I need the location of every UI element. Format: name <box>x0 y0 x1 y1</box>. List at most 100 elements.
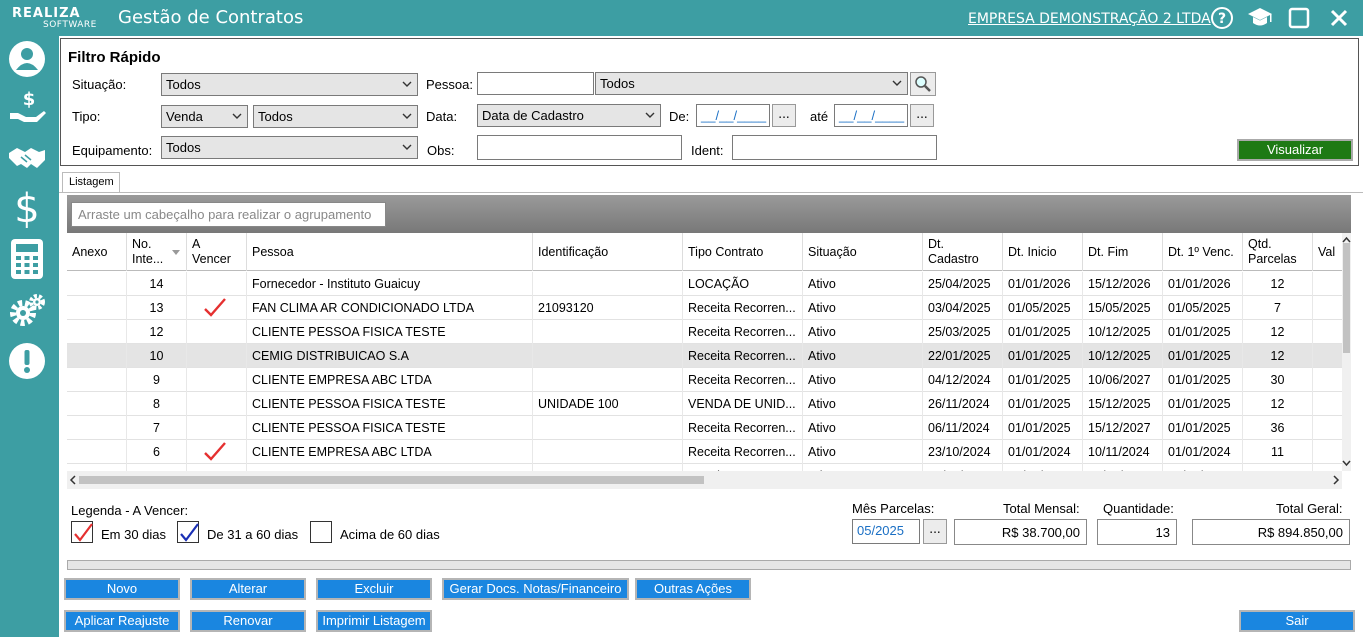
outras-acoes-button[interactable]: Outras Ações <box>635 578 751 600</box>
obs-input[interactable] <box>477 135 682 160</box>
visualizar-button[interactable]: Visualizar <box>1237 139 1353 161</box>
dollar-icon[interactable]: $ <box>6 186 48 228</box>
table-row[interactable]: 6 CLIENTE EMPRESA ABC LTDA Receita Recorre… <box>67 440 1342 464</box>
sidebar: $ $ <box>0 36 59 637</box>
pessoa-cell: Fornecedor - Instituto Guaicuy <box>247 272 533 296</box>
inicio-cell: 01/01/2025 <box>1003 368 1083 392</box>
table-row[interactable]: 10 CEMIG DISTRIBUICAO S.A Receita Recorren… <box>67 344 1342 368</box>
close-icon[interactable] <box>1325 4 1353 32</box>
graduation-cap-icon[interactable] <box>1246 4 1274 32</box>
date-from-input[interactable]: __/__/____ <box>696 104 770 127</box>
imprimir-listagem-button[interactable]: Imprimir Listagem <box>316 610 432 632</box>
vertical-scrollbar[interactable] <box>1342 233 1351 471</box>
col-pessoa-header[interactable]: Pessoa <box>247 233 533 271</box>
ate-label: até <box>810 109 829 124</box>
novo-button[interactable]: Novo <box>64 578 180 600</box>
money-hand-icon[interactable]: $ <box>6 86 48 128</box>
scroll-right-icon[interactable] <box>1332 475 1340 485</box>
no-cell: 9 <box>127 368 187 392</box>
table-row[interactable]: 5 CEMIG DISTRIBUICAO S.A Receita Recorren.… <box>67 464 1342 471</box>
app-title: Gestão de Contratos <box>118 7 304 28</box>
user-icon[interactable] <box>6 38 48 80</box>
gerar-docs-button[interactable]: Gerar Docs. Notas/Financeiro <box>442 578 629 600</box>
situacao-select[interactable]: Todos <box>161 73 418 96</box>
sair-button[interactable]: Sair <box>1239 610 1355 632</box>
horizontal-scroll-thumb[interactable] <box>79 476 704 484</box>
group-by-bar[interactable]: Arraste um cabeçalho para realizar o agr… <box>67 195 1351 233</box>
mes-parcelas-input[interactable]: 05/2025 <box>852 519 920 544</box>
fim-cell: 10/11/2024 <box>1083 440 1163 464</box>
no-cell: 14 <box>127 272 187 296</box>
handshake-icon[interactable] <box>6 136 48 178</box>
ident-input[interactable] <box>732 135 937 160</box>
equipamento-select[interactable]: Todos <box>161 136 418 159</box>
legend-box-above-60 <box>310 521 332 543</box>
col-tipo-contrato-header[interactable]: Tipo Contrato <box>683 233 803 271</box>
total-mensal-value: R$ 38.700,00 <box>954 519 1087 545</box>
no-cell: 5 <box>127 464 187 471</box>
situacao-label: Situação: <box>72 77 127 92</box>
col-identificacao-header[interactable]: Identificação <box>533 233 683 271</box>
vencer-cell <box>187 320 247 344</box>
table-row[interactable]: 7 CLIENTE PESSOA FISICA TESTE Receita Reco… <box>67 416 1342 440</box>
alert-icon[interactable] <box>6 340 48 382</box>
renovar-button[interactable]: Renovar <box>190 610 306 632</box>
fim-cell: 10/12/2025 <box>1083 464 1163 471</box>
maximize-icon[interactable] <box>1285 4 1313 32</box>
pessoa-select[interactable]: Todos <box>595 72 908 95</box>
fim-cell: 15/12/2025 <box>1083 392 1163 416</box>
search-icon[interactable] <box>910 72 936 96</box>
tab-listagem[interactable]: Listagem <box>62 172 120 193</box>
valor-cell <box>1313 296 1342 320</box>
fim-cell: 15/05/2025 <box>1083 296 1163 320</box>
table-row[interactable]: 13 FAN CLIMA AR CONDICIONADO LTDA 21093120… <box>67 296 1342 320</box>
valor-cell <box>1313 320 1342 344</box>
table-row[interactable]: 14 Fornecedor - Instituto Guaicuy LOCAÇÃO A… <box>67 272 1342 296</box>
scroll-down-icon[interactable] <box>1342 459 1351 467</box>
vertical-scroll-thumb[interactable] <box>1343 243 1350 353</box>
table-row[interactable]: 9 CLIENTE EMPRESA ABC LTDA Receita Recorre… <box>67 368 1342 392</box>
col-qtd-parcelas-header[interactable]: Qtd. Parcelas <box>1243 233 1313 271</box>
horizontal-scrollbar[interactable] <box>67 471 1342 489</box>
settings-gears-icon[interactable] <box>6 290 48 332</box>
alterar-button[interactable]: Alterar <box>190 578 306 600</box>
scroll-up-icon[interactable] <box>1342 236 1351 244</box>
chevron-down-icon <box>402 81 412 87</box>
table-row[interactable]: 8 CLIENTE PESSOA FISICA TESTE UNIDADE 100 V… <box>67 392 1342 416</box>
calculator-icon[interactable] <box>6 238 48 280</box>
col-a-vencer-header[interactable]: A Vencer <box>187 233 247 271</box>
tipo-cell: Receita Recorren... <box>683 344 803 368</box>
date-from-picker-button[interactable]: ... <box>772 104 796 127</box>
ident-cell <box>533 368 683 392</box>
venc-cell: 01/01/2024 <box>1163 440 1243 464</box>
data-select[interactable]: Data de Cadastro <box>477 104 661 127</box>
excluir-button[interactable]: Excluir <box>316 578 432 600</box>
tipo-sub-select[interactable]: Todos <box>253 105 418 128</box>
help-icon[interactable]: ? <box>1208 4 1236 32</box>
col-valor-header[interactable]: Val <box>1313 233 1342 271</box>
ident-cell <box>533 272 683 296</box>
progress-bar <box>67 560 1351 570</box>
date-to-picker-button[interactable]: ... <box>910 104 934 127</box>
tipo-cell: Receita Recorren... <box>683 320 803 344</box>
pessoa-code-input[interactable] <box>477 72 594 95</box>
aplicar-reajuste-button[interactable]: Aplicar Reajuste <box>64 610 180 632</box>
col-anexo-header[interactable]: Anexo <box>67 233 127 271</box>
company-link[interactable]: EMPRESA DEMONSTRAÇÃO 2 LTDA <box>968 11 1211 27</box>
col-dt-fim-header[interactable]: Dt. Fim <box>1083 233 1163 271</box>
inicio-cell: 01/01/2025 <box>1003 464 1083 471</box>
situacao-cell: Ativo <box>803 392 923 416</box>
table-row[interactable]: 12 CLIENTE PESSOA FISICA TESTE Receita Rec… <box>67 320 1342 344</box>
mes-parcelas-picker-button[interactable]: ... <box>923 519 947 544</box>
tipo-select[interactable]: Venda <box>161 105 248 128</box>
parcelas-cell: 11 <box>1243 440 1313 464</box>
col-dt-cadastro-header[interactable]: Dt. Cadastro <box>923 233 1003 271</box>
col-situacao-header[interactable]: Situação <box>803 233 923 271</box>
col-dt-1-venc-header[interactable]: Dt. 1º Venc. <box>1163 233 1243 271</box>
col-dt-inicio-header[interactable]: Dt. Inicio <box>1003 233 1083 271</box>
total-geral-label: Total Geral: <box>1276 501 1343 516</box>
scroll-left-icon[interactable] <box>69 475 77 485</box>
valor-cell <box>1313 368 1342 392</box>
legend-above-60-label: Acima de 60 dias <box>340 527 440 542</box>
date-to-input[interactable]: __/__/____ <box>834 104 908 127</box>
